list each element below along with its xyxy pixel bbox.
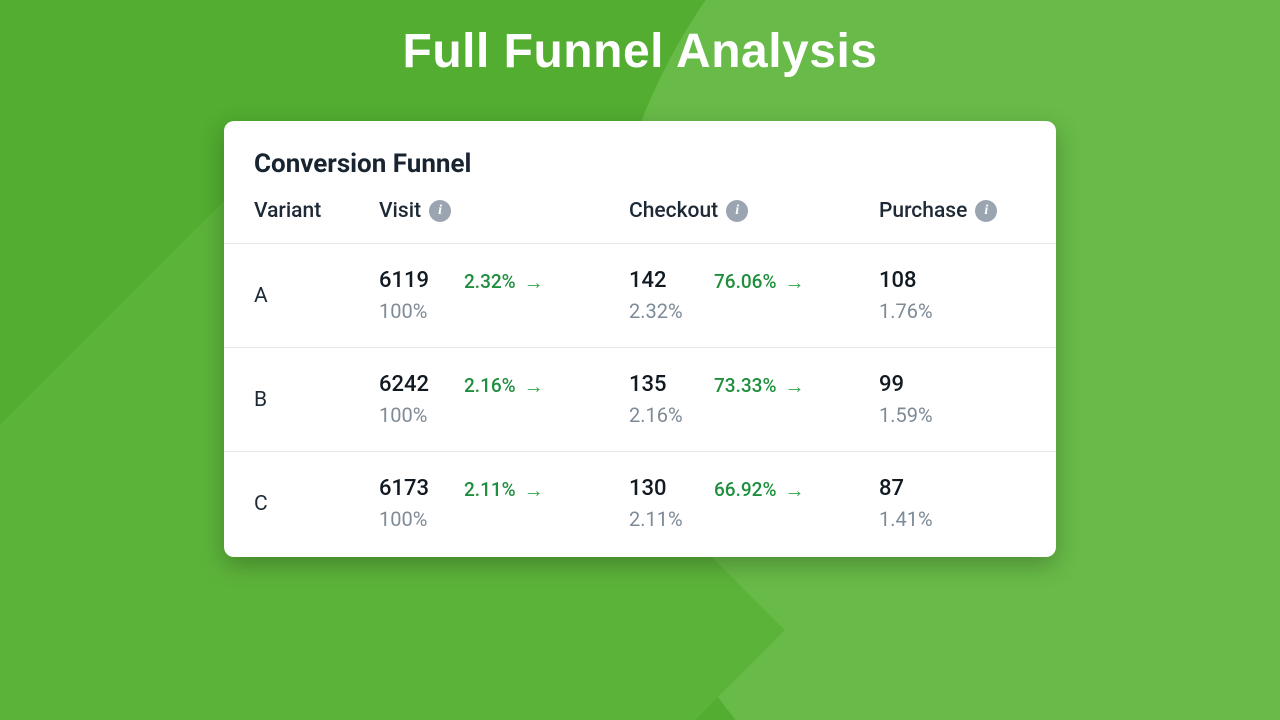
rate-value: 2.11% bbox=[464, 478, 516, 501]
visit-pct: 100% bbox=[379, 299, 464, 323]
checkout-to-purchase-rate: 76.06% → bbox=[714, 268, 879, 293]
visit-to-checkout-rate: 2.32% → bbox=[464, 268, 629, 293]
card-title: Conversion Funnel bbox=[224, 149, 1056, 199]
col-purchase-label: Purchase bbox=[879, 199, 967, 223]
variant-label: B bbox=[254, 388, 379, 412]
col-variant: Variant bbox=[254, 199, 379, 223]
visit-to-checkout-rate: 2.16% → bbox=[464, 372, 629, 397]
purchase-count: 87 bbox=[879, 476, 1026, 501]
variant-label: A bbox=[254, 284, 379, 308]
purchase-pct: 1.59% bbox=[879, 403, 1026, 427]
funnel-card: Conversion Funnel Variant Visit i Checko… bbox=[224, 121, 1056, 557]
checkout-cell: 130 2.11% bbox=[629, 476, 714, 531]
rate-value: 2.16% bbox=[464, 374, 516, 397]
page-title: Full Funnel Analysis bbox=[0, 0, 1280, 79]
purchase-count: 99 bbox=[879, 372, 1026, 397]
page-background: Full Funnel Analysis Conversion Funnel V… bbox=[0, 0, 1280, 720]
purchase-cell: 99 1.59% bbox=[879, 372, 1026, 427]
arrow-right-icon: → bbox=[524, 480, 544, 500]
purchase-pct: 1.76% bbox=[879, 299, 1026, 323]
checkout-count: 130 bbox=[629, 476, 714, 501]
table-row: C 6173 100% 2.11% → 130 2.11% 66.92% → 8… bbox=[224, 452, 1056, 557]
checkout-pct: 2.11% bbox=[629, 507, 714, 531]
checkout-cell: 135 2.16% bbox=[629, 372, 714, 427]
col-visit-label: Visit bbox=[379, 199, 421, 223]
visit-pct: 100% bbox=[379, 507, 464, 531]
checkout-to-purchase-rate: 66.92% → bbox=[714, 476, 879, 501]
col-purchase: Purchase i bbox=[879, 199, 1026, 223]
checkout-pct: 2.32% bbox=[629, 299, 714, 323]
checkout-cell: 142 2.32% bbox=[629, 268, 714, 323]
visit-count: 6119 bbox=[379, 268, 464, 293]
col-checkout-label: Checkout bbox=[629, 199, 718, 223]
arrow-right-icon: → bbox=[784, 272, 804, 292]
arrow-right-icon: → bbox=[524, 376, 544, 396]
visit-cell: 6173 100% bbox=[379, 476, 464, 531]
variant-label: C bbox=[254, 492, 379, 516]
checkout-count: 142 bbox=[629, 268, 714, 293]
info-icon[interactable]: i bbox=[726, 200, 748, 222]
purchase-cell: 87 1.41% bbox=[879, 476, 1026, 531]
arrow-right-icon: → bbox=[784, 376, 804, 396]
col-visit: Visit i bbox=[379, 199, 629, 223]
rate-value: 76.06% bbox=[714, 270, 776, 293]
visit-to-checkout-rate: 2.11% → bbox=[464, 476, 629, 501]
arrow-right-icon: → bbox=[784, 480, 804, 500]
checkout-to-purchase-rate: 73.33% → bbox=[714, 372, 879, 397]
arrow-right-icon: → bbox=[524, 272, 544, 292]
visit-count: 6242 bbox=[379, 372, 464, 397]
rate-value: 73.33% bbox=[714, 374, 776, 397]
rate-value: 2.32% bbox=[464, 270, 516, 293]
purchase-cell: 108 1.76% bbox=[879, 268, 1026, 323]
table-row: B 6242 100% 2.16% → 135 2.16% 73.33% → 9… bbox=[224, 348, 1056, 452]
visit-pct: 100% bbox=[379, 403, 464, 427]
visit-cell: 6242 100% bbox=[379, 372, 464, 427]
visit-count: 6173 bbox=[379, 476, 464, 501]
rate-value: 66.92% bbox=[714, 478, 776, 501]
table-header-row: Variant Visit i Checkout i Purchase i bbox=[224, 199, 1056, 244]
info-icon[interactable]: i bbox=[975, 200, 997, 222]
purchase-count: 108 bbox=[879, 268, 1026, 293]
checkout-pct: 2.16% bbox=[629, 403, 714, 427]
table-row: A 6119 100% 2.32% → 142 2.32% 76.06% → 1… bbox=[224, 244, 1056, 348]
col-checkout: Checkout i bbox=[629, 199, 879, 223]
info-icon[interactable]: i bbox=[429, 200, 451, 222]
checkout-count: 135 bbox=[629, 372, 714, 397]
col-variant-label: Variant bbox=[254, 199, 321, 223]
purchase-pct: 1.41% bbox=[879, 507, 1026, 531]
visit-cell: 6119 100% bbox=[379, 268, 464, 323]
